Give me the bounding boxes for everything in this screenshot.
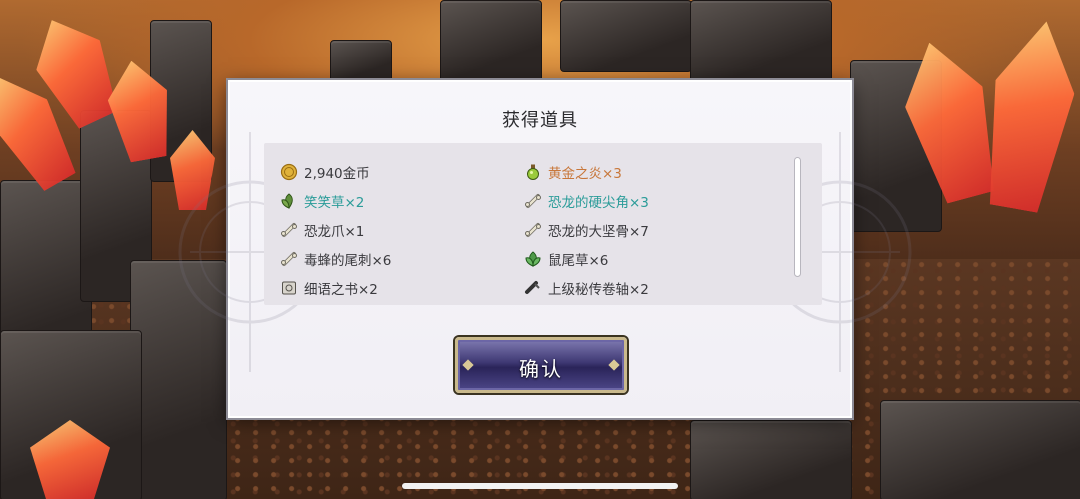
list-item: 细语之书×2 [280,273,391,302]
book-icon [282,281,296,294]
rock-pillar [880,400,1080,499]
potion-icon [527,164,539,180]
item-label: 上级秘传卷轴×2 [548,281,649,298]
item-label: 2,940金币 [304,165,370,182]
rock-pillar [560,0,692,72]
rock-pillar [690,0,832,82]
item-label: 鼠尾草×6 [548,252,609,269]
item-label: 细语之书×2 [304,281,378,298]
item-column-left: 2,940金币 笑笑草×2 恐龙爪×1 毒蜂的尾刺×6 细语之书×2 [280,157,391,302]
bone-icon [525,193,541,208]
list-item: 恐龙的大坚骨×7 [524,215,649,244]
item-label: 恐龙的大坚骨×7 [548,223,649,240]
item-label: 黄金之炎×3 [548,165,622,182]
list-item: 恐龙的硬尖角×3 [524,186,649,215]
item-reward-dialog: 获得道具 2,940金币 笑笑草×2 恐龙爪×1 毒蜂的尾刺×6 细语之书×2 … [178,80,912,418]
item-column-right: 黄金之炎×3 恐龙的硬尖角×3 恐龙的大坚骨×7 鼠尾草×6 上级秘传卷轴×2 [524,157,649,302]
rock-pillar [440,0,542,82]
list-scrollbar[interactable] [794,157,801,277]
list-item: 笑笑草×2 [280,186,391,215]
scroll-icon [525,280,540,294]
item-label: 毒蜂的尾刺×6 [304,252,392,269]
bone-icon [281,222,297,237]
herb-icon [281,192,293,209]
herb-icon [525,250,541,267]
list-item: 2,940金币 [280,157,391,186]
list-item: 恐龙爪×1 [280,215,391,244]
item-label: 恐龙的硬尖角×3 [548,194,649,211]
bone-icon [525,222,541,237]
confirm-button[interactable]: 确认 [455,337,627,393]
item-list[interactable]: 2,940金币 笑笑草×2 恐龙爪×1 毒蜂的尾刺×6 细语之书×2 黄金之炎×… [264,143,822,305]
bone-icon [281,251,297,266]
item-label: 恐龙爪×1 [304,223,365,240]
list-item: 毒蜂的尾刺×6 [280,244,391,273]
item-label: 笑笑草×2 [304,194,365,211]
list-item: 上级秘传卷轴×2 [524,273,649,302]
rock-pillar [330,40,392,82]
list-item: 黄金之炎×3 [524,157,649,186]
home-indicator[interactable] [402,483,678,489]
dialog-title: 获得道具 [502,110,578,131]
gold-coin-icon [280,163,298,180]
rock-pillar [690,420,852,499]
list-item: 鼠尾草×6 [524,244,649,273]
confirm-button-label: 确认 [519,357,563,381]
